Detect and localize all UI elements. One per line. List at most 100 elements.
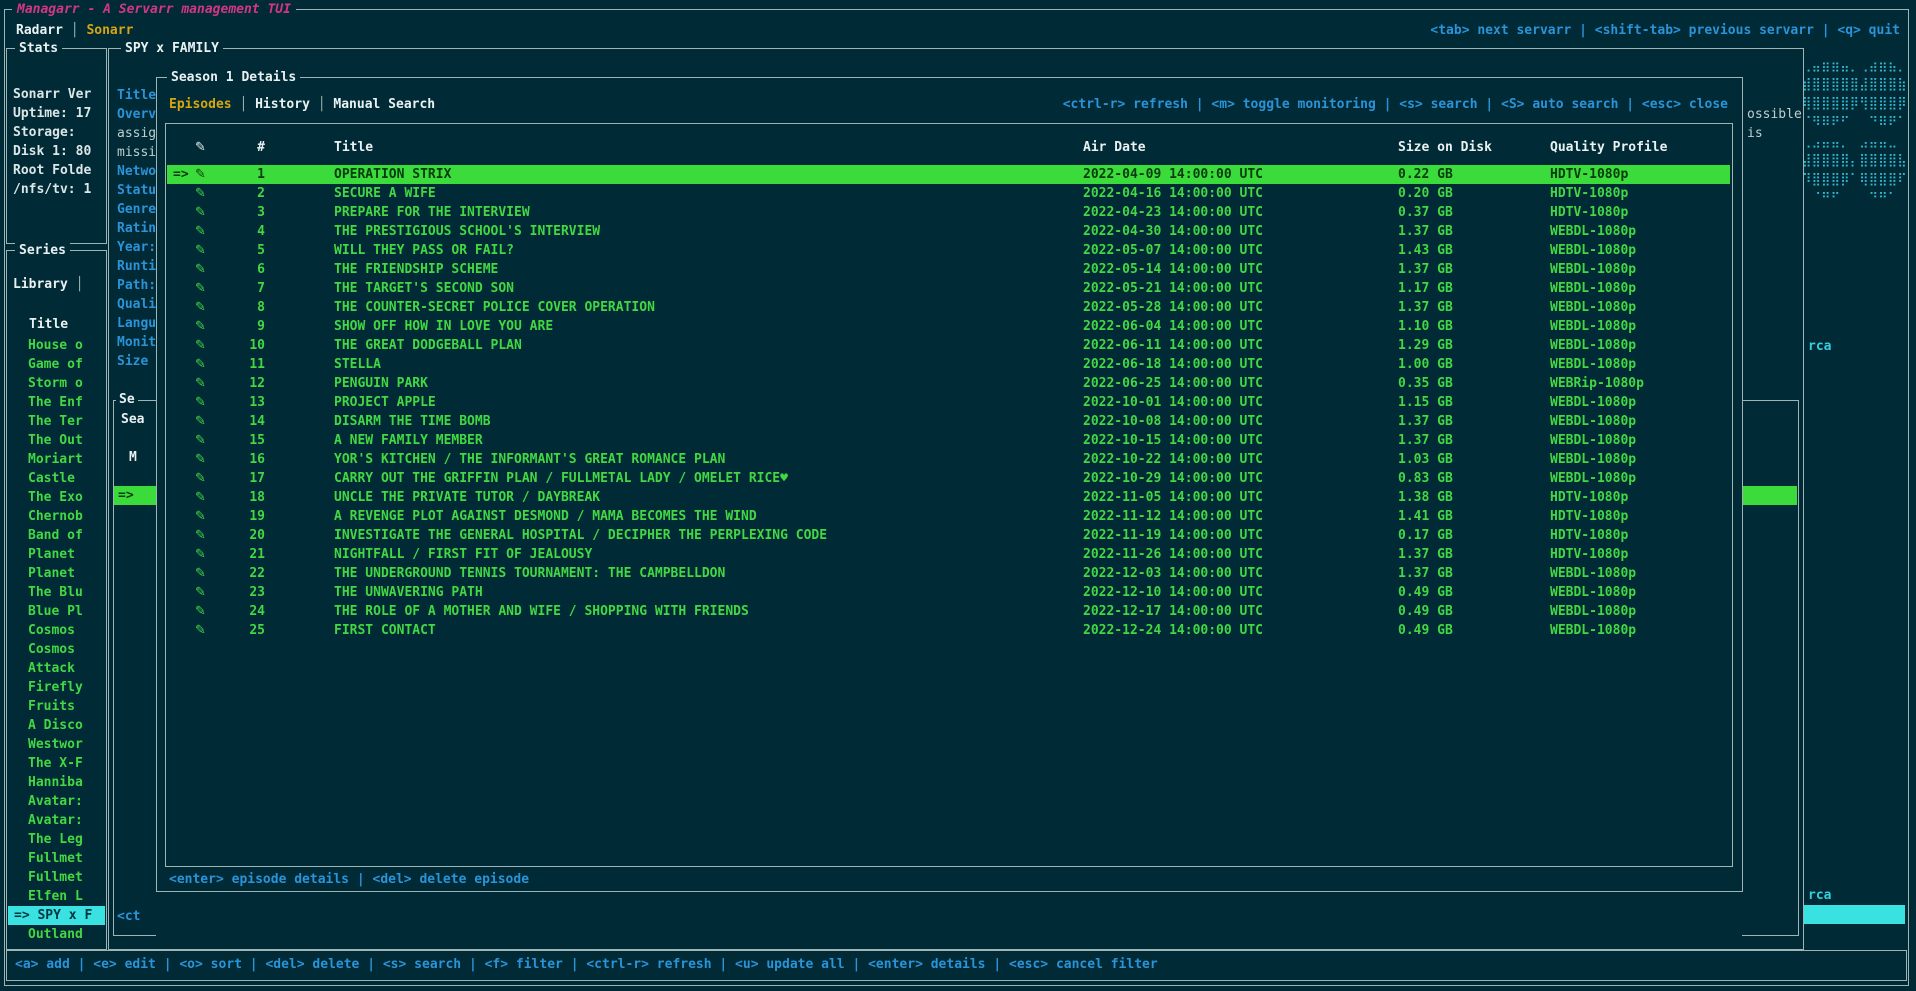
library-keybinds: <a> add | <e> edit | <o> sort | <del> de… bbox=[15, 955, 1158, 974]
library-series-item[interactable]: The Ter bbox=[8, 412, 105, 431]
episode-row[interactable]: ✎19A REVENGE PLOT AGAINST DESMOND / MAMA… bbox=[167, 507, 1730, 526]
episode-row[interactable]: ✎11STELLA2022-06-18 14:00:00 UTC1.00 GBW… bbox=[167, 355, 1730, 374]
library-series-item[interactable]: Castle bbox=[8, 469, 105, 488]
episode-quality: WEBDL-1080p bbox=[1550, 317, 1636, 336]
stat-line: Uptime: 17 bbox=[13, 104, 104, 123]
library-series-item[interactable]: Avatar: bbox=[8, 811, 105, 830]
tab-radarr[interactable]: Radarr bbox=[16, 23, 63, 38]
episode-row[interactable]: ✎13PROJECT APPLE2022-10-01 14:00:00 UTC1… bbox=[167, 393, 1730, 412]
library-series-item[interactable]: The Exo bbox=[8, 488, 105, 507]
episode-row[interactable]: ✎25FIRST CONTACT2022-12-24 14:00:00 UTC0… bbox=[167, 621, 1730, 640]
library-series-item[interactable]: Cosmos bbox=[8, 621, 105, 640]
tab-manual-search[interactable]: Manual Search bbox=[333, 97, 435, 112]
library-series-item[interactable]: => SPY x F bbox=[8, 906, 105, 925]
episode-air-date: 2022-04-09 14:00:00 UTC bbox=[1083, 165, 1263, 184]
episode-air-date: 2022-10-22 14:00:00 UTC bbox=[1083, 450, 1263, 469]
library-series-item[interactable]: The Blu bbox=[8, 583, 105, 602]
library-series-item[interactable]: The X-F bbox=[8, 754, 105, 773]
library-series-item[interactable]: Band of bbox=[8, 526, 105, 545]
edit-pencil-icon: ✎ bbox=[195, 355, 206, 374]
episode-size: 0.22 GB bbox=[1398, 165, 1453, 184]
detail-field-label: Runti bbox=[117, 257, 161, 276]
episode-air-date: 2022-10-15 14:00:00 UTC bbox=[1083, 431, 1263, 450]
overview-text-fragment: is bbox=[1747, 124, 1763, 143]
seasons-panel-border-left bbox=[113, 400, 156, 936]
edit-pencil-icon: ✎ bbox=[195, 203, 206, 222]
episode-size: 0.83 GB bbox=[1398, 469, 1453, 488]
library-series-item[interactable]: Fullmet bbox=[8, 868, 105, 887]
episode-number: 20 bbox=[231, 526, 265, 545]
library-series-item[interactable]: Elfen L bbox=[8, 887, 105, 906]
seasons-keybinds-fragment: <ct bbox=[117, 907, 140, 926]
episode-number: 6 bbox=[231, 260, 265, 279]
column-header-air-date: Air Date bbox=[1083, 138, 1146, 157]
library-series-item[interactable]: A Disco bbox=[8, 716, 105, 735]
library-column-header: Title bbox=[29, 315, 68, 334]
library-series-item[interactable]: Attack bbox=[8, 659, 105, 678]
column-header-title: Title bbox=[334, 138, 373, 157]
library-series-item[interactable]: Blue Pl bbox=[8, 602, 105, 621]
tab-history[interactable]: History bbox=[255, 97, 310, 112]
episode-row[interactable]: ✎5WILL THEY PASS OR FAIL?2022-05-07 14:0… bbox=[167, 241, 1730, 260]
episode-row[interactable]: ✎21NIGHTFALL / FIRST FIT OF JEALOUSY2022… bbox=[167, 545, 1730, 564]
episode-row[interactable]: =>✎1OPERATION STRIX2022-04-09 14:00:00 U… bbox=[167, 165, 1730, 184]
episode-size: 1.29 GB bbox=[1398, 336, 1453, 355]
episode-row[interactable]: ✎6THE FRIENDSHIP SCHEME2022-05-14 14:00:… bbox=[167, 260, 1730, 279]
episode-row[interactable]: ✎7THE TARGET'S SECOND SON2022-05-21 14:0… bbox=[167, 279, 1730, 298]
episode-air-date: 2022-11-26 14:00:00 UTC bbox=[1083, 545, 1263, 564]
library-series-item[interactable]: Westwor bbox=[8, 735, 105, 754]
library-series-item[interactable]: Avatar: bbox=[8, 792, 105, 811]
episode-number: 14 bbox=[231, 412, 265, 431]
episode-row[interactable]: ✎17CARRY OUT THE GRIFFIN PLAN / FULLMETA… bbox=[167, 469, 1730, 488]
episode-row[interactable]: ✎4THE PRESTIGIOUS SCHOOL'S INTERVIEW2022… bbox=[167, 222, 1730, 241]
library-series-item[interactable]: Game of bbox=[8, 355, 105, 374]
series-details-fields: TitleOvervassigmissiNetwoStatuGenreRatin… bbox=[117, 86, 161, 371]
episode-row[interactable]: ✎8THE COUNTER-SECRET POLICE COVER OPERAT… bbox=[167, 298, 1730, 317]
episode-title: THE PRESTIGIOUS SCHOOL'S INTERVIEW bbox=[334, 222, 600, 241]
edit-pencil-icon: ✎ bbox=[195, 488, 206, 507]
episode-row[interactable]: ✎18UNCLE THE PRIVATE TUTOR / DAYBREAK202… bbox=[167, 488, 1730, 507]
episode-title: SECURE A WIFE bbox=[334, 184, 436, 203]
episode-number: 23 bbox=[231, 583, 265, 602]
library-series-item[interactable]: Storm o bbox=[8, 374, 105, 393]
library-series-item[interactable]: Planet bbox=[8, 564, 105, 583]
episode-row[interactable]: ✎12PENGUIN PARK2022-06-25 14:00:00 UTC0.… bbox=[167, 374, 1730, 393]
tab-sonarr[interactable]: Sonarr bbox=[86, 23, 133, 38]
episode-row[interactable]: ✎10THE GREAT DODGEBALL PLAN2022-06-11 14… bbox=[167, 336, 1730, 355]
library-series-item[interactable]: Cosmos bbox=[8, 640, 105, 659]
episode-row[interactable]: ✎14DISARM THE TIME BOMB2022-10-08 14:00:… bbox=[167, 412, 1730, 431]
tab-library[interactable]: Library bbox=[13, 277, 68, 292]
library-series-item[interactable]: Moriart bbox=[8, 450, 105, 469]
episode-row[interactable]: ✎20INVESTIGATE THE GENERAL HOSPITAL / DE… bbox=[167, 526, 1730, 545]
episode-air-date: 2022-10-01 14:00:00 UTC bbox=[1083, 393, 1263, 412]
detail-field-label: Ratin bbox=[117, 219, 161, 238]
library-series-item[interactable]: The Out bbox=[8, 431, 105, 450]
episode-row[interactable]: ✎9SHOW OFF HOW IN LOVE YOU ARE2022-06-04… bbox=[167, 317, 1730, 336]
library-series-item[interactable]: The Enf bbox=[8, 393, 105, 412]
episode-row[interactable]: ✎24THE ROLE OF A MOTHER AND WIFE / SHOPP… bbox=[167, 602, 1730, 621]
series-panel: Series Library │ Title House oGame ofSto… bbox=[6, 250, 107, 950]
library-series-item[interactable]: Firefly bbox=[8, 678, 105, 697]
library-series-item[interactable]: Outland bbox=[8, 925, 105, 944]
tab-episodes[interactable]: Episodes bbox=[169, 97, 232, 112]
edit-pencil-icon: ✎ bbox=[195, 545, 206, 564]
servarr-tabs: Radarr │ Sonarr bbox=[16, 21, 133, 40]
library-series-item[interactable]: Chernob bbox=[8, 507, 105, 526]
library-series-item[interactable]: House o bbox=[8, 336, 105, 355]
detail-field-label: Quali bbox=[117, 295, 161, 314]
seasons-selected-row-fragment[interactable]: => bbox=[114, 486, 159, 505]
library-series-item[interactable]: Hanniba bbox=[8, 773, 105, 792]
library-series-item[interactable]: Planet bbox=[8, 545, 105, 564]
episode-row[interactable]: ✎22THE UNDERGROUND TENNIS TOURNAMENT: TH… bbox=[167, 564, 1730, 583]
episode-row[interactable]: ✎15A NEW FAMILY MEMBER2022-10-15 14:00:0… bbox=[167, 431, 1730, 450]
library-series-item[interactable]: Fruits bbox=[8, 697, 105, 716]
episode-row[interactable]: ✎23THE UNWAVERING PATH2022-12-10 14:00:0… bbox=[167, 583, 1730, 602]
library-series-item[interactable]: The Leg bbox=[8, 830, 105, 849]
library-right-text-fragment: rca bbox=[1808, 886, 1831, 905]
episode-row[interactable]: ✎3PREPARE FOR THE INTERVIEW2022-04-23 14… bbox=[167, 203, 1730, 222]
episode-size: 1.17 GB bbox=[1398, 279, 1453, 298]
episode-row[interactable]: ✎16YOR'S KITCHEN / THE INFORMANT'S GREAT… bbox=[167, 450, 1730, 469]
library-series-item[interactable]: Fullmet bbox=[8, 849, 105, 868]
episode-number: 5 bbox=[231, 241, 265, 260]
episode-row[interactable]: ✎2SECURE A WIFE2022-04-16 14:00:00 UTC0.… bbox=[167, 184, 1730, 203]
